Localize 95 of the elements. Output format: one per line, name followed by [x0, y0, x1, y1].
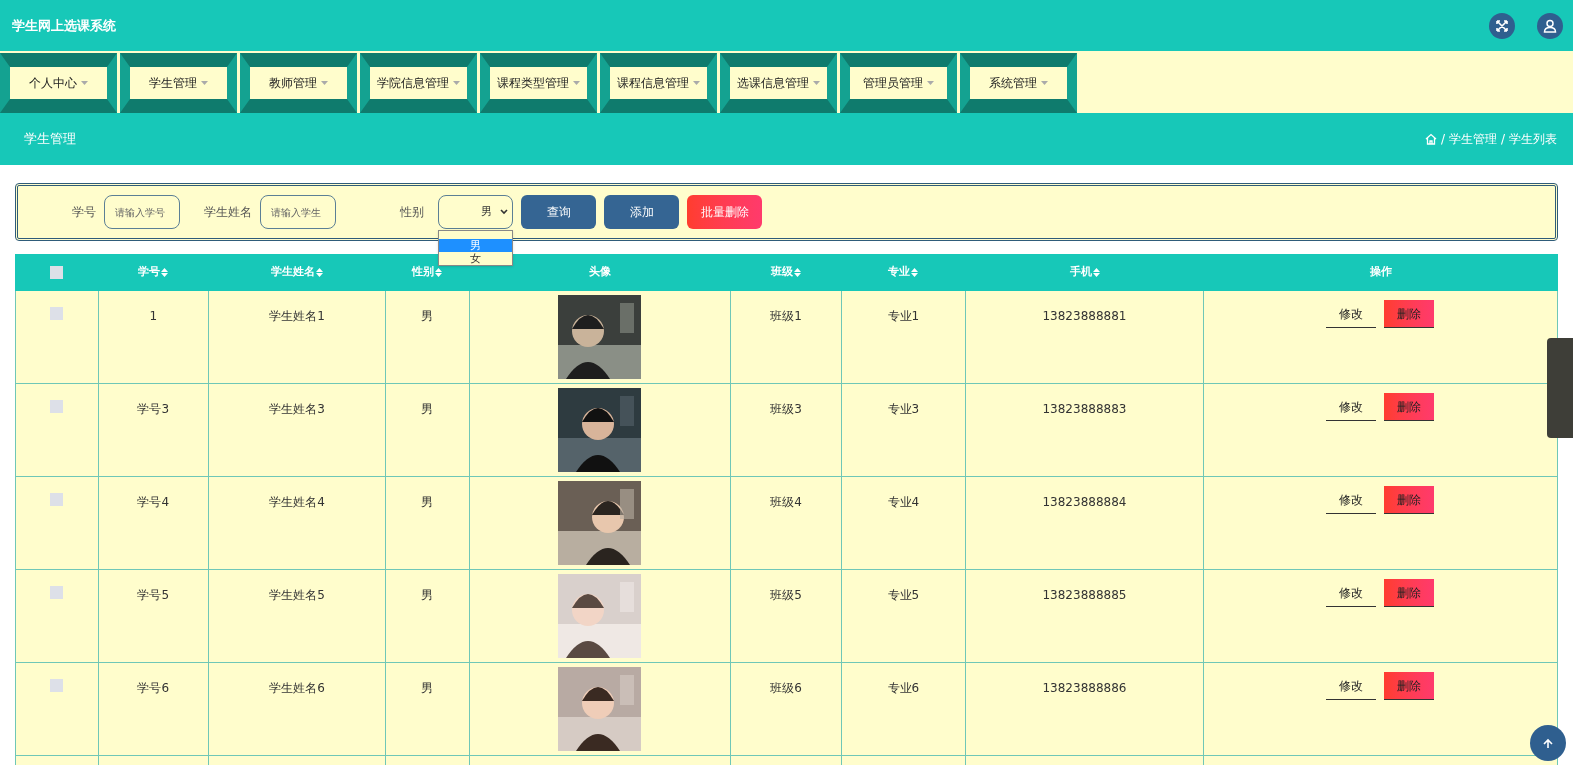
table-cell-text: 13823888883 [1042, 401, 1127, 418]
user-icon [1543, 18, 1557, 33]
table-cell-text: 13823888881 [1042, 308, 1127, 325]
table-cell-text: 专业6 [887, 680, 920, 697]
table-cell-text: 专业1 [887, 308, 920, 325]
sort-icon[interactable] [160, 268, 168, 277]
table-cell-text: 学号6 [137, 680, 170, 697]
sort-icon[interactable] [794, 268, 801, 277]
chevron-down-icon [500, 209, 508, 215]
action-button[interactable]: 查询 [521, 195, 596, 229]
table-cell-text: 1 [149, 308, 158, 325]
table-cell-text: 学号5 [137, 587, 170, 604]
column-header: 头像 [588, 264, 611, 281]
table-cell-text: 学生姓名1 [269, 308, 325, 325]
menu-tab[interactable]: 系统管理 [960, 52, 1077, 113]
table-cell-text: 男 [421, 587, 434, 604]
table-cell-text: 男 [421, 680, 434, 697]
table-cell-text: 专业4 [887, 494, 920, 511]
field-label: 学生姓名 [204, 204, 252, 221]
edit-button[interactable]: 修改 [1326, 579, 1377, 607]
edit-button[interactable]: 修改 [1326, 672, 1377, 700]
dropdown-option[interactable]: 女 [439, 252, 512, 265]
action-button[interactable]: 添加 [604, 195, 679, 229]
menu-tab[interactable]: 教师管理 [240, 52, 357, 113]
menu-tab[interactable]: 学生管理 [120, 52, 237, 113]
table-cell-text: 男 [421, 494, 434, 511]
field-label: 性别 [400, 204, 424, 221]
fullscreen-button[interactable] [1489, 12, 1515, 39]
table-cell-text: 专业5 [887, 587, 920, 604]
caret-icon [453, 80, 460, 85]
row-checkbox[interactable] [50, 400, 64, 413]
sort-icon[interactable] [1092, 268, 1100, 277]
delete-button[interactable]: 删除 [1384, 672, 1435, 700]
side-handle[interactable] [1547, 338, 1573, 438]
section-title: 学生管理 [24, 130, 77, 149]
sort-icon[interactable] [911, 268, 919, 277]
table-cell-text: 班级1 [770, 308, 802, 325]
app-title: 学生网上选课系统 [12, 16, 117, 35]
expand-icon [1495, 18, 1509, 33]
caret-icon [81, 80, 88, 85]
menu-tab[interactable]: 个人中心 [0, 52, 117, 113]
table-cell-text: 学生姓名5 [269, 587, 325, 604]
sort-icon[interactable] [315, 268, 323, 277]
table-cell-text: 学号4 [137, 494, 170, 511]
field-label: 学号 [72, 204, 96, 221]
delete-button[interactable]: 删除 [1384, 393, 1435, 421]
table-cell-text: 班级5 [770, 587, 802, 604]
caret-icon [201, 80, 208, 85]
table-cell-text: 13823888884 [1042, 494, 1127, 511]
breadcrumb-separator: / [1500, 131, 1505, 148]
table-cell-text: 学生姓名3 [269, 401, 325, 418]
arrow-up-icon [1542, 737, 1554, 749]
breadcrumb-item: 学生列表 [1509, 131, 1557, 148]
menu-tab[interactable]: 选课信息管理 [720, 52, 837, 113]
row-checkbox[interactable] [50, 679, 64, 692]
table-cell-text: 专业3 [887, 401, 920, 418]
search-field[interactable]: 请输入学号 [104, 195, 180, 229]
table-cell-text: 学生姓名6 [269, 680, 325, 697]
search-field[interactable]: 请输入学生 [260, 195, 336, 229]
gender-select[interactable]: 男 [438, 195, 513, 229]
edit-button[interactable]: 修改 [1326, 486, 1377, 514]
menu-tab[interactable]: 课程类型管理 [480, 52, 597, 113]
caret-icon [693, 80, 700, 85]
caret-icon [573, 80, 580, 85]
table-cell-text: 13823888886 [1042, 680, 1127, 697]
table-cell-text: 学号3 [137, 401, 170, 418]
delete-button[interactable]: 删除 [1384, 486, 1435, 514]
table-cell-text: 13823888885 [1042, 587, 1127, 604]
header-checkbox[interactable] [49, 266, 63, 279]
delete-button[interactable]: 删除 [1384, 579, 1435, 607]
user-button[interactable] [1537, 12, 1563, 39]
row-checkbox[interactable] [50, 586, 64, 599]
row-checkbox[interactable] [50, 493, 64, 506]
menu-tab[interactable]: 学院信息管理 [360, 52, 477, 113]
caret-icon [321, 80, 328, 85]
table-cell-text: 班级6 [770, 680, 802, 697]
table-cell-text: 班级3 [770, 401, 802, 418]
caret-icon [927, 80, 934, 85]
home-icon[interactable] [1424, 133, 1437, 145]
caret-icon [1041, 80, 1048, 85]
table-cell-text: 学生姓名4 [269, 494, 325, 511]
table-cell-text: 男 [421, 308, 434, 325]
table-cell-text: 班级4 [770, 494, 802, 511]
table-cell-text: 男 [421, 401, 434, 418]
caret-icon [813, 80, 820, 85]
edit-button[interactable]: 修改 [1326, 393, 1377, 421]
sort-icon[interactable] [435, 268, 443, 277]
column-header: 操作 [1369, 264, 1392, 281]
breadcrumb-separator: / [1440, 131, 1445, 148]
menu-tab[interactable]: 课程信息管理 [600, 52, 717, 113]
edit-button[interactable]: 修改 [1326, 300, 1377, 328]
row-checkbox[interactable] [50, 307, 64, 320]
menu-tab[interactable]: 管理员管理 [840, 52, 957, 113]
back-to-top-button[interactable] [1530, 725, 1566, 761]
delete-button[interactable]: 删除 [1384, 300, 1435, 328]
